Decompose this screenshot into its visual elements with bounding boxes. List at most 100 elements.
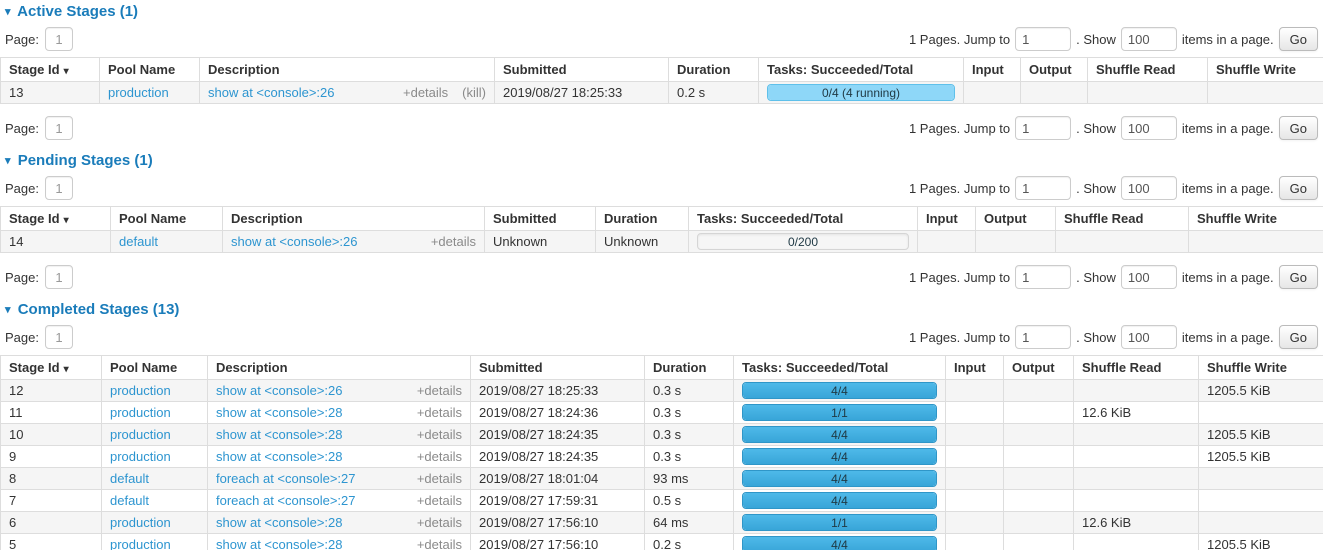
details-toggle[interactable]: +details	[417, 449, 462, 464]
details-toggle[interactable]: +details	[431, 234, 476, 249]
pending-stages-title[interactable]: ▾ Pending Stages (1)	[0, 152, 1323, 169]
kill-link[interactable]: (kill)	[462, 85, 486, 100]
col-tasks[interactable]: Tasks: Succeeded/Total	[689, 207, 918, 231]
details-toggle[interactable]: +details	[417, 427, 462, 442]
page-size-input[interactable]	[1121, 265, 1177, 289]
jump-to-page-input[interactable]	[1015, 265, 1071, 289]
page-size-input[interactable]	[1121, 27, 1177, 51]
task-progress-bar: 1/1	[742, 404, 937, 421]
details-toggle[interactable]: +details	[417, 493, 462, 508]
page-number-input[interactable]	[45, 116, 73, 140]
pool-name-link[interactable]: production	[110, 449, 171, 464]
col-tasks[interactable]: Tasks: Succeeded/Total	[759, 58, 964, 82]
description-link[interactable]: show at <console>:26	[216, 383, 342, 398]
description-link[interactable]: show at <console>:28	[216, 515, 342, 530]
col-pool-name[interactable]: Pool Name	[100, 58, 200, 82]
col-submitted[interactable]: Submitted	[495, 58, 669, 82]
pool-name-link[interactable]: default	[110, 471, 149, 486]
page-number-input[interactable]	[45, 176, 73, 200]
col-description[interactable]: Description	[200, 58, 495, 82]
col-input[interactable]: Input	[918, 207, 976, 231]
output-cell	[1004, 512, 1074, 534]
col-description[interactable]: Description	[223, 207, 485, 231]
description-link[interactable]: show at <console>:26	[208, 85, 334, 100]
description-cell: foreach at <console>:27 +details	[208, 468, 471, 490]
details-toggle[interactable]: +details	[417, 537, 462, 550]
col-duration[interactable]: Duration	[596, 207, 689, 231]
col-stage-id[interactable]: Stage Id▾	[1, 207, 111, 231]
show-text: . Show	[1076, 270, 1116, 285]
col-shuffle-write[interactable]: Shuffle Write	[1208, 58, 1323, 82]
pool-name-link[interactable]: production	[110, 405, 171, 420]
page-size-input[interactable]	[1121, 176, 1177, 200]
submitted-cell: 2019/08/27 18:24:35	[471, 446, 645, 468]
duration-cell: 0.3 s	[645, 380, 734, 402]
col-description[interactable]: Description	[208, 356, 471, 380]
details-toggle[interactable]: +details	[403, 85, 448, 100]
details-toggle[interactable]: +details	[417, 471, 462, 486]
pool-name-link[interactable]: production	[110, 383, 171, 398]
go-button[interactable]: Go	[1279, 116, 1318, 140]
col-output[interactable]: Output	[1021, 58, 1088, 82]
details-toggle[interactable]: +details	[417, 515, 462, 530]
col-shuffle-write[interactable]: Shuffle Write	[1189, 207, 1323, 231]
show-text: . Show	[1076, 330, 1116, 345]
page-size-input[interactable]	[1121, 116, 1177, 140]
pool-name-link[interactable]: production	[108, 85, 169, 100]
description-link[interactable]: show at <console>:26	[231, 234, 357, 249]
col-duration[interactable]: Duration	[669, 58, 759, 82]
page-number-input[interactable]	[45, 325, 73, 349]
col-stage-id[interactable]: Stage Id▾	[1, 356, 102, 380]
task-progress-label: 4/4	[743, 427, 936, 443]
go-button[interactable]: Go	[1279, 176, 1318, 200]
shuffle-read-cell	[1074, 424, 1199, 446]
col-input[interactable]: Input	[946, 356, 1004, 380]
col-tasks[interactable]: Tasks: Succeeded/Total	[734, 356, 946, 380]
col-pool-name[interactable]: Pool Name	[102, 356, 208, 380]
description-link[interactable]: foreach at <console>:27	[216, 493, 356, 508]
pool-name-link[interactable]: production	[110, 427, 171, 442]
active-stages-title[interactable]: ▾ Active Stages (1)	[0, 3, 1323, 20]
output-cell	[1004, 402, 1074, 424]
col-input[interactable]: Input	[964, 58, 1021, 82]
details-toggle[interactable]: +details	[417, 383, 462, 398]
completed-stages-title[interactable]: ▾ Completed Stages (13)	[0, 301, 1323, 318]
output-cell	[1004, 446, 1074, 468]
col-submitted[interactable]: Submitted	[471, 356, 645, 380]
col-shuffle-read[interactable]: Shuffle Read	[1056, 207, 1189, 231]
pool-name-link[interactable]: default	[119, 234, 158, 249]
description-link[interactable]: show at <console>:28	[216, 405, 342, 420]
pool-name-link[interactable]: default	[110, 493, 149, 508]
col-shuffle-read[interactable]: Shuffle Read	[1088, 58, 1208, 82]
jump-to-page-input[interactable]	[1015, 27, 1071, 51]
pool-name-link[interactable]: production	[110, 537, 171, 550]
col-pool-name[interactable]: Pool Name	[111, 207, 223, 231]
description-link[interactable]: show at <console>:28	[216, 537, 342, 550]
pool-name-link[interactable]: production	[110, 515, 171, 530]
go-button[interactable]: Go	[1279, 27, 1318, 51]
description-link[interactable]: show at <console>:28	[216, 449, 342, 464]
jump-to-page-input[interactable]	[1015, 176, 1071, 200]
col-submitted[interactable]: Submitted	[485, 207, 596, 231]
description-link[interactable]: show at <console>:28	[216, 427, 342, 442]
details-toggle[interactable]: +details	[417, 405, 462, 420]
page-number-input[interactable]	[45, 27, 73, 51]
col-output[interactable]: Output	[1004, 356, 1074, 380]
description-link[interactable]: foreach at <console>:27	[216, 471, 356, 486]
col-shuffle-write[interactable]: Shuffle Write	[1199, 356, 1323, 380]
stage-id-cell: 5	[1, 534, 102, 550]
col-shuffle-read[interactable]: Shuffle Read	[1074, 356, 1199, 380]
go-button[interactable]: Go	[1279, 325, 1318, 349]
page-number-input[interactable]	[45, 265, 73, 289]
jump-to-page-input[interactable]	[1015, 116, 1071, 140]
page-label: Page:	[5, 121, 39, 136]
description-cell: show at <console>:28 +details	[208, 512, 471, 534]
go-button[interactable]: Go	[1279, 265, 1318, 289]
shuffle-write-cell	[1199, 468, 1323, 490]
jump-to-page-input[interactable]	[1015, 325, 1071, 349]
col-duration[interactable]: Duration	[645, 356, 734, 380]
col-stage-id[interactable]: Stage Id▾	[1, 58, 100, 82]
col-output[interactable]: Output	[976, 207, 1056, 231]
page-size-input[interactable]	[1121, 325, 1177, 349]
active-stages-section: ▾ Active Stages (1) Page: 1 Pages. Jump …	[0, 3, 1323, 140]
